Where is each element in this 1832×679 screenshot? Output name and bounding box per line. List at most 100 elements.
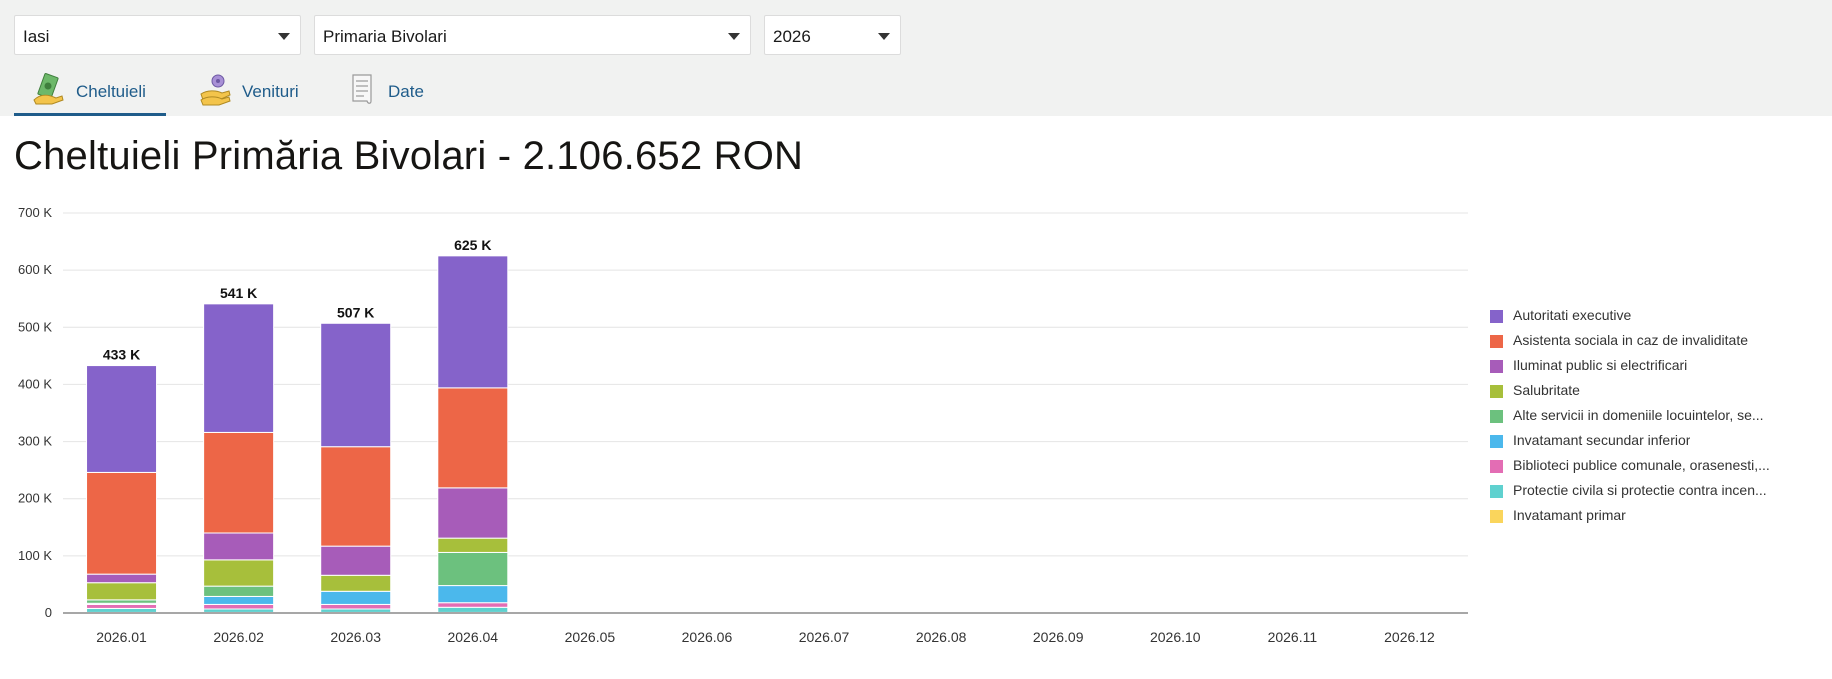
legend-item[interactable]: Salubritate <box>1490 380 1820 405</box>
legend-item[interactable]: Asistenta sociala in caz de invaliditate <box>1490 330 1820 355</box>
x-tick-label: 2026.07 <box>799 629 850 645</box>
legend-swatch <box>1490 385 1503 398</box>
tab-label: Date <box>388 82 424 101</box>
year-select-value: 2026 <box>773 27 811 46</box>
y-tick-label: 200 K <box>18 491 52 506</box>
institution-select-value: Primaria Bivolari <box>323 27 447 46</box>
bar-total-label: 625 K <box>454 237 491 253</box>
x-tick-label: 2026.06 <box>682 629 733 645</box>
bar-segment <box>320 608 392 613</box>
tab-label: Venituri <box>242 82 299 101</box>
bar-segment <box>320 590 392 605</box>
bar-segment <box>86 573 158 584</box>
x-tick-label: 2026.11 <box>1268 629 1318 645</box>
legend-swatch <box>1490 360 1503 373</box>
legend-swatch <box>1490 435 1503 448</box>
x-tick-label: 2026.09 <box>1033 629 1084 645</box>
institution-select[interactable]: Primaria Bivolari <box>314 15 751 55</box>
y-tick-label: 400 K <box>18 376 52 391</box>
bar-segment <box>203 603 275 610</box>
legend-item[interactable]: Biblioteci publice comunale, orasenesti,… <box>1490 455 1820 480</box>
bar-segment <box>203 431 275 534</box>
y-tick-label: 500 K <box>18 319 52 334</box>
bar-segment <box>86 471 158 575</box>
legend-item[interactable]: Autoritati executive <box>1490 305 1820 330</box>
year-select[interactable]: 2026 <box>764 15 901 55</box>
bar-total-label: 507 K <box>337 304 374 320</box>
chevron-down-icon <box>728 33 740 40</box>
stacked-bar-chart: 0 100 K 200 K 300 K 400 K 500 K 600 K 700 K 433 … <box>18 205 1468 645</box>
legend-label: Invatamant primar <box>1513 507 1626 523</box>
legend-swatch <box>1490 460 1503 473</box>
bar-segment <box>203 608 275 613</box>
legend-swatch <box>1490 310 1503 323</box>
legend-swatch <box>1490 485 1503 498</box>
y-tick-label: 600 K <box>18 262 52 277</box>
bar-segment <box>86 607 158 613</box>
bar-segment <box>437 487 509 539</box>
y-tick-label: 100 K <box>18 548 52 563</box>
bar-segment <box>203 303 275 433</box>
bar-segment <box>437 255 509 389</box>
x-tick-label: 2026.01 <box>96 629 147 645</box>
bar-segment <box>86 582 158 601</box>
bar-segment <box>203 595 275 605</box>
tab-label: Cheltuieli <box>76 82 146 101</box>
legend-label: Autoritati executive <box>1513 307 1632 323</box>
county-select[interactable]: Iasi <box>14 15 301 55</box>
legend-label: Alte servicii in domeniile locuintelor, … <box>1513 407 1764 423</box>
x-tick-label: 2026.10 <box>1150 629 1201 645</box>
bar-segment <box>320 545 392 576</box>
bar-segment <box>203 585 275 597</box>
x-tick-label: 2026.08 <box>916 629 967 645</box>
bar-segment <box>437 387 509 489</box>
bar-segment <box>86 599 158 604</box>
bar-segment <box>437 537 509 553</box>
bar-segment <box>86 365 158 473</box>
x-tick-label: 2026.12 <box>1384 629 1435 645</box>
legend-item[interactable]: Invatamant secundar inferior <box>1490 430 1820 455</box>
legend-label: Salubritate <box>1513 382 1580 398</box>
y-tick-label: 0 <box>45 605 52 620</box>
legend-label: Asistenta sociala in caz de invaliditate <box>1513 332 1749 348</box>
x-tick-label: 2026.02 <box>213 629 264 645</box>
county-select-value: Iasi <box>23 27 50 46</box>
tab-venituri[interactable]: Venituri <box>180 70 316 116</box>
x-tick-label: 2026.05 <box>565 629 616 645</box>
bar-segment <box>86 603 158 609</box>
legend-label: Biblioteci publice comunale, orasenesti,… <box>1513 457 1770 473</box>
chevron-down-icon <box>878 33 890 40</box>
legend-item[interactable]: Protectie civila si protectie contra inc… <box>1490 480 1820 505</box>
document-icon <box>352 74 372 104</box>
bar-total-label: 541 K <box>220 285 257 301</box>
legend-swatch <box>1490 410 1503 423</box>
legend-label: Protectie civila si protectie contra inc… <box>1513 482 1767 498</box>
bar-total-label: 433 K <box>103 347 140 363</box>
x-tick-label: 2026.04 <box>447 629 498 645</box>
legend-label: Iluminat public si electrificari <box>1513 357 1688 373</box>
legend-label: Invatamant secundar inferior <box>1513 432 1691 448</box>
chevron-down-icon <box>278 33 290 40</box>
bar-segment <box>320 603 392 610</box>
legend-item[interactable]: Alte servicii in domeniile locuintelor, … <box>1490 405 1820 430</box>
tab-cheltuieli[interactable]: Cheltuieli <box>14 70 166 116</box>
legend-swatch <box>1490 335 1503 348</box>
money-icon <box>33 73 64 105</box>
bar-segment <box>203 532 275 561</box>
coin-hand-icon <box>200 74 231 106</box>
x-tick-label: 2026.03 <box>330 629 381 645</box>
bar-segment <box>203 559 275 587</box>
legend-item[interactable]: Iluminat public si electrificari <box>1490 355 1820 380</box>
legend-item[interactable]: Invatamant primar <box>1490 505 1820 530</box>
bar-segment <box>320 446 392 547</box>
legend-swatch <box>1490 510 1503 523</box>
y-tick-label: 300 K <box>18 434 52 449</box>
bar-segment <box>320 574 392 592</box>
bar-segment <box>437 602 509 608</box>
tab-date[interactable]: Date <box>328 70 438 116</box>
bar-segment <box>437 551 509 587</box>
bar-segment <box>437 585 509 604</box>
bar-segment <box>437 606 509 613</box>
bar-segment <box>320 322 392 448</box>
page-title: Cheltuieli Primăria Bivolari - 2.106.652… <box>14 134 804 178</box>
